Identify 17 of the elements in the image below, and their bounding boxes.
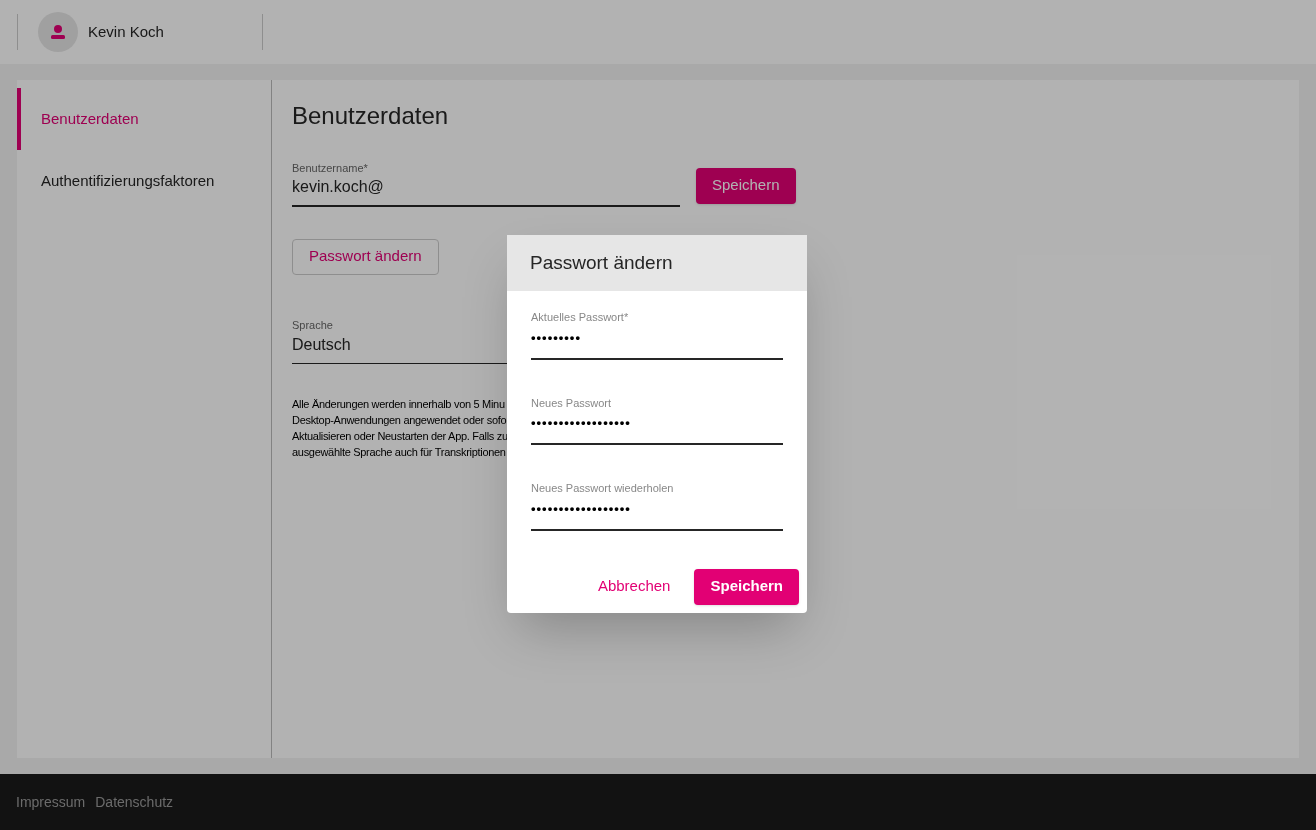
password-field[interactable]: Neues Passwort wiederholen •••••••••••••••••• xyxy=(531,480,783,531)
password-field[interactable]: Aktuelles Passwort* ••••••••• xyxy=(531,309,783,360)
footer-link[interactable]: Datenschutz xyxy=(95,791,174,813)
save-button[interactable]: Speichern xyxy=(694,568,799,605)
footer-link[interactable]: Impressum xyxy=(16,791,86,813)
page-title: Benutzerdaten xyxy=(292,101,450,131)
username-field[interactable]: Benutzername* kevin.koch@ xyxy=(292,160,680,207)
user-name: Kevin Koch xyxy=(88,21,165,42)
save-button[interactable]: Speichern xyxy=(696,167,796,204)
person-icon xyxy=(50,24,66,40)
change-password-button[interactable]: Passwort ändern xyxy=(292,238,439,275)
sidebar-item[interactable]: Benutzerdaten xyxy=(17,88,271,150)
sidebar-item[interactable]: Authentifizierungsfaktoren xyxy=(17,150,271,212)
info-text: Alle Änderungen werden innerhalb von 5 Minu Desktop-Anwendungen angewendet oder sofo Aktualisieren oder Neustarten der App. Falls zu ausgewählte Sprache auch für Transkriptionen xyxy=(292,397,506,460)
password-field[interactable]: Neues Passwort •••••••••••••••••• xyxy=(531,394,783,445)
dialog-title: Passwort ändern xyxy=(530,250,673,275)
cancel-button[interactable]: Abbrechen xyxy=(597,568,671,605)
